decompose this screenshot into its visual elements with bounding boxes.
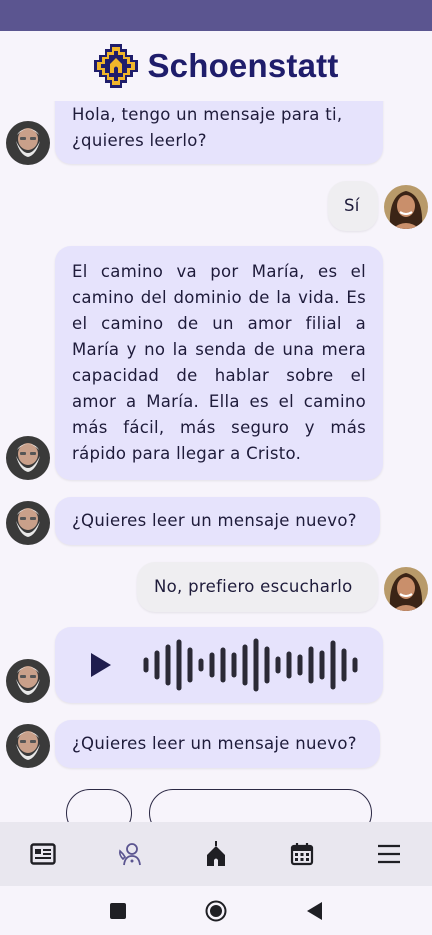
- bot-avatar: [6, 436, 50, 480]
- bot-message-bubble: ¿Quieres leer un mensaje nuevo?: [55, 720, 380, 768]
- nav-contact[interactable]: [108, 832, 152, 876]
- back-button[interactable]: [302, 899, 326, 923]
- home-icon: [205, 900, 227, 922]
- home-button[interactable]: [204, 899, 228, 923]
- woman-avatar-icon: [384, 185, 428, 229]
- bot-avatar: [6, 659, 50, 703]
- priest-avatar-icon: [6, 501, 50, 545]
- woman-avatar-icon: [384, 567, 428, 611]
- reply-option-button[interactable]: [149, 789, 372, 822]
- message-text: El camino va por María, es el camino del…: [72, 262, 366, 463]
- nav-home[interactable]: [194, 832, 238, 876]
- message-text: Hola, tengo un mensaje para ti, ¿quieres…: [72, 105, 343, 150]
- priest-avatar-icon: [6, 724, 50, 768]
- news-icon: [30, 843, 56, 865]
- waveform-icon: [143, 638, 358, 692]
- message-text: ¿Quieres leer un mensaje nuevo?: [72, 734, 357, 753]
- nav-menu[interactable]: [367, 832, 411, 876]
- back-icon: [307, 902, 322, 920]
- priest-avatar-icon: [6, 121, 50, 165]
- app-header: Schoenstatt: [0, 31, 432, 101]
- audio-message-bubble: [55, 627, 383, 703]
- nav-calendar[interactable]: [280, 832, 324, 876]
- bot-message-bubble: El camino va por María, es el camino del…: [55, 246, 383, 480]
- user-avatar: [384, 567, 428, 611]
- recents-button[interactable]: [106, 899, 130, 923]
- chat-area[interactable]: Hola, tengo un mensaje para ti, ¿quieres…: [0, 0, 432, 822]
- contact-support-icon: [118, 843, 141, 866]
- message-text: Sí: [344, 196, 360, 215]
- play-icon[interactable]: [91, 653, 111, 677]
- user-avatar: [384, 185, 428, 229]
- recents-icon: [110, 903, 126, 919]
- schoenstatt-shrine-logo-icon: [94, 44, 139, 88]
- bot-avatar: [6, 724, 50, 768]
- reply-option-button[interactable]: [66, 789, 132, 822]
- brand-name: Schoenstatt: [147, 47, 339, 84]
- message-text: ¿Quieres leer un mensaje nuevo?: [72, 511, 357, 530]
- bot-avatar: [6, 121, 50, 165]
- bot-message-bubble: ¿Quieres leer un mensaje nuevo?: [55, 497, 380, 545]
- bottom-nav: [0, 822, 432, 886]
- priest-avatar-icon: [6, 436, 50, 480]
- shrine-home-icon: [206, 841, 225, 866]
- bot-avatar: [6, 501, 50, 545]
- user-message-bubble: No, prefiero escucharlo: [137, 562, 378, 612]
- priest-avatar-icon: [6, 659, 50, 703]
- system-nav-bar: [0, 886, 432, 935]
- user-message-bubble: Sí: [328, 181, 378, 231]
- menu-icon: [377, 844, 400, 864]
- calendar-icon: [291, 843, 314, 866]
- nav-news[interactable]: [21, 832, 65, 876]
- message-text: No, prefiero escucharlo: [154, 577, 353, 596]
